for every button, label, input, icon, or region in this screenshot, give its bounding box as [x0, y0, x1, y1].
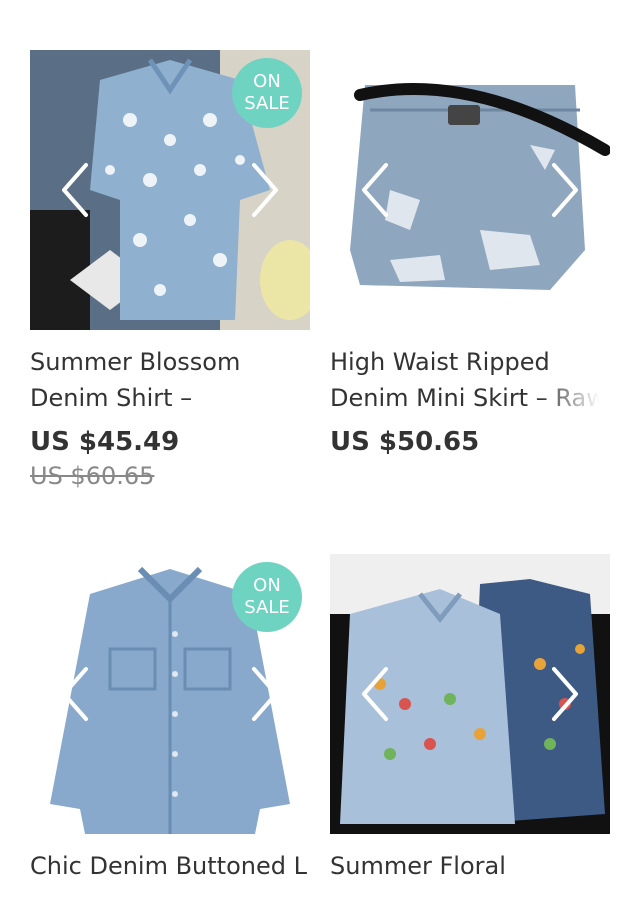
product-title[interactable]: Chic Denim Buttoned L — [30, 848, 310, 920]
on-sale-badge: ON SALE — [232, 58, 302, 128]
product-image-carousel[interactable]: ON SALE — [30, 50, 310, 330]
badge-line1: ON — [253, 575, 281, 596]
product-image-carousel[interactable] — [330, 50, 610, 330]
badge-line2: SALE — [244, 93, 290, 114]
chevron-right-icon[interactable] — [544, 664, 584, 724]
chevron-right-icon[interactable] — [544, 160, 584, 220]
product-price: US $50.65 — [330, 427, 480, 457]
product-old-price: US $60.65 — [30, 462, 155, 490]
product-card[interactable]: ON SALE Chic Denim Buttoned L — [30, 554, 310, 920]
on-sale-badge: ON SALE — [232, 562, 302, 632]
chevron-left-icon[interactable] — [356, 664, 396, 724]
badge-line1: ON — [253, 71, 281, 92]
chevron-left-icon[interactable] — [56, 664, 96, 724]
product-card[interactable]: Summer Floral — [330, 554, 610, 920]
chevron-left-icon[interactable] — [356, 160, 396, 220]
product-title[interactable]: Summer Blossom Denim Shirt – — [30, 344, 310, 416]
chevron-left-icon[interactable] — [56, 160, 96, 220]
product-card[interactable]: High Waist Ripped Denim Mini Skirt – Raw… — [330, 50, 610, 460]
badge-line2: SALE — [244, 597, 290, 618]
product-card[interactable]: ON SALE Summer Blossom Denim Shirt – US … — [30, 50, 310, 492]
product-image-carousel[interactable] — [330, 554, 610, 834]
product-image-carousel[interactable]: ON SALE — [30, 554, 310, 834]
chevron-right-icon[interactable] — [244, 664, 284, 724]
chevron-right-icon[interactable] — [244, 160, 284, 220]
product-price: US $45.49 — [30, 427, 180, 457]
product-title[interactable]: High Waist Ripped Denim Mini Skirt – Raw — [330, 344, 610, 416]
product-title[interactable]: Summer Floral — [330, 848, 610, 920]
product-grid: ON SALE Summer Blossom Denim Shirt – US … — [0, 0, 640, 920]
